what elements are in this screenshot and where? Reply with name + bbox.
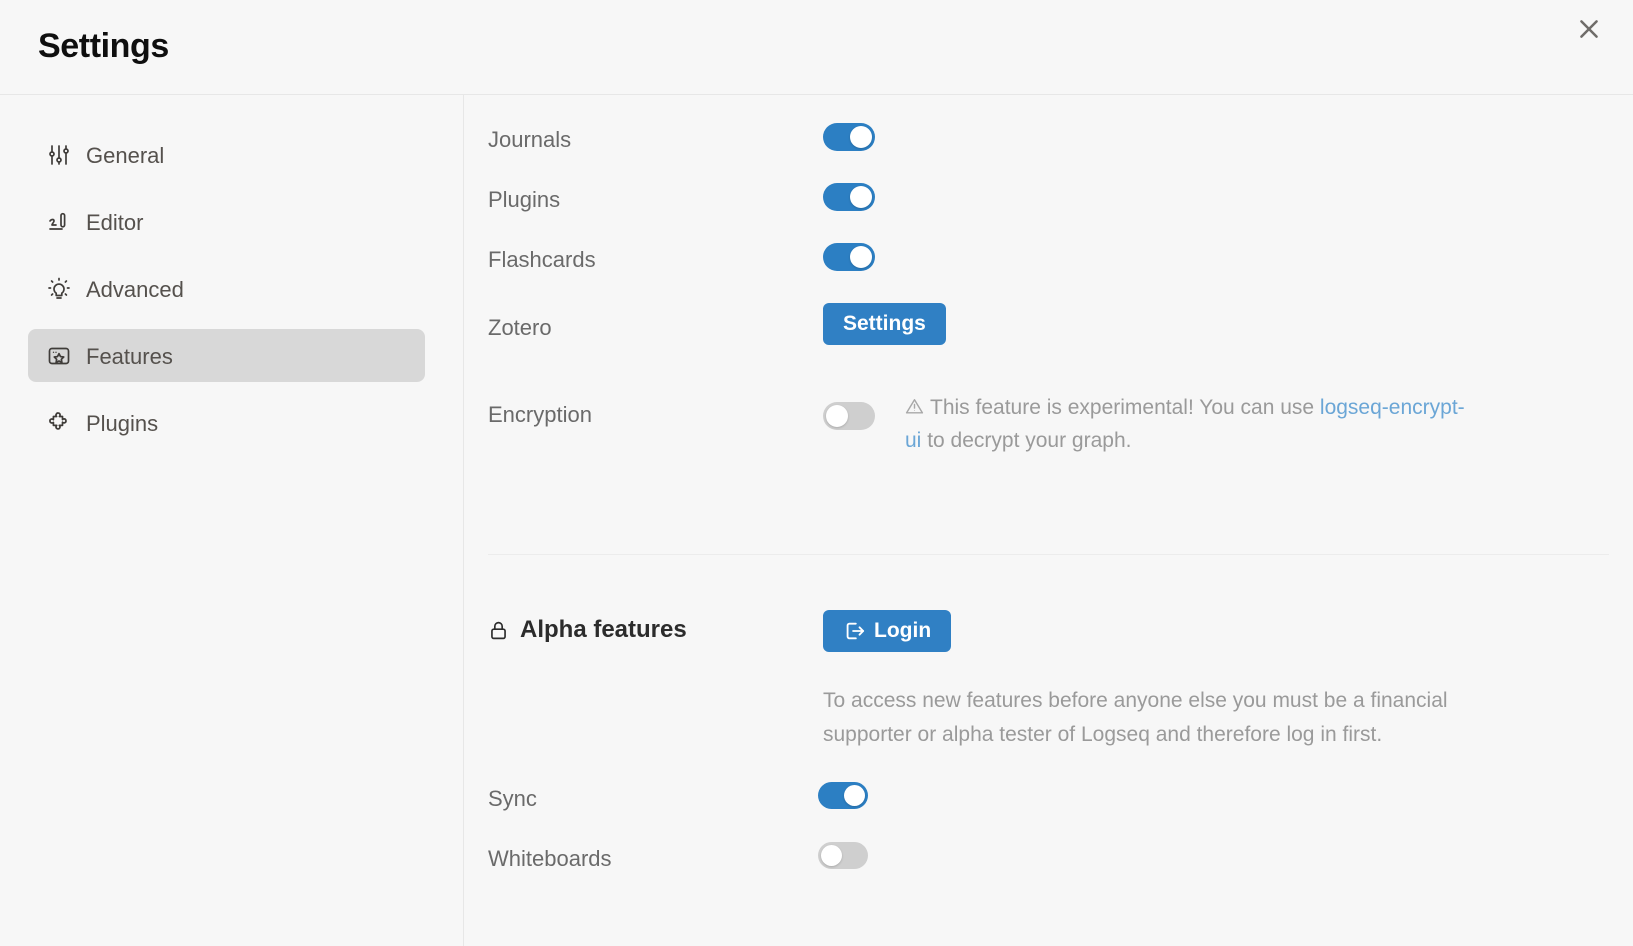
setting-control <box>823 183 875 211</box>
pen-write-icon <box>46 209 72 235</box>
encryption-note-suffix: to decrypt your graph. <box>921 429 1132 453</box>
setting-label: Encryption <box>488 402 592 427</box>
sidebar-item-label: General <box>86 142 165 168</box>
setting-row-journals: Journals <box>464 123 1633 183</box>
sidebar-item-features[interactable]: Features <box>28 329 425 382</box>
encryption-note: This feature is experimental! You can us… <box>905 392 1465 456</box>
setting-row-whiteboards: Whiteboards <box>464 842 1633 902</box>
journals-toggle[interactable] <box>823 123 875 151</box>
setting-label: Sync <box>488 786 537 812</box>
section-divider <box>488 554 1609 556</box>
setting-control <box>823 392 875 430</box>
settings-content: Journals Plugins Flashcards Zotero Setti… <box>464 95 1633 946</box>
toggle-knob <box>844 785 865 807</box>
alpha-features-heading: Alpha features <box>488 610 823 644</box>
warning-triangle-icon <box>905 394 924 425</box>
bulb-icon <box>46 276 72 302</box>
toggle-knob <box>821 845 842 867</box>
sidebar-item-label: Features <box>86 343 173 369</box>
alpha-features-title: Alpha features <box>520 616 687 644</box>
zotero-settings-button[interactable]: Settings <box>823 303 946 346</box>
toggle-knob <box>850 126 872 148</box>
setting-control <box>818 842 868 870</box>
setting-label: Journals <box>488 127 572 152</box>
setting-control <box>818 782 868 810</box>
toggle-knob <box>850 186 872 208</box>
alpha-description-row: To access new features before anyone els… <box>464 684 1633 752</box>
setting-control <box>823 123 875 151</box>
setting-label: Plugins <box>488 187 561 212</box>
puzzle-icon <box>46 410 72 436</box>
photo-star-icon <box>46 343 72 369</box>
toggle-knob <box>850 246 872 268</box>
setting-label: Zotero <box>488 315 552 340</box>
setting-label: Whiteboards <box>488 846 612 872</box>
setting-row-zotero: Zotero Settings <box>464 303 1633 365</box>
settings-sidebar: General Editor Advanced Features Plugins <box>0 95 464 946</box>
sidebar-item-advanced[interactable]: Advanced <box>28 262 425 315</box>
sidebar-item-label: Advanced <box>86 276 184 302</box>
whiteboards-toggle[interactable] <box>818 842 868 870</box>
encryption-note-prefix: This feature is experimental! You can us… <box>930 396 1320 419</box>
close-icon[interactable] <box>1565 5 1613 53</box>
sidebar-item-plugins[interactable]: Plugins <box>28 396 425 449</box>
sidebar-item-label: Editor <box>86 209 144 235</box>
alpha-features-description: To access new features before anyone els… <box>823 689 1448 747</box>
page-title: Settings <box>38 27 169 65</box>
lock-icon <box>488 620 509 641</box>
setting-row-sync: Sync <box>464 782 1633 842</box>
setting-label: Flashcards <box>488 247 596 272</box>
settings-header: Settings <box>0 0 1633 95</box>
login-button[interactable]: Login <box>823 610 952 653</box>
setting-row-flashcards: Flashcards <box>464 243 1633 303</box>
toggle-knob <box>826 405 848 427</box>
settings-window: Settings General Editor Advanced Feature… <box>0 0 1633 946</box>
encryption-toggle[interactable] <box>823 402 875 430</box>
setting-row-encryption: Encryption This feature is experimental!… <box>464 392 1633 456</box>
settings-body: General Editor Advanced Features Plugins… <box>0 95 1633 946</box>
setting-row-alpha-features: Alpha features Login <box>464 610 1633 670</box>
sidebar-item-editor[interactable]: Editor <box>28 195 425 248</box>
setting-control <box>823 243 875 271</box>
sidebar-item-label: Plugins <box>86 410 159 436</box>
plugins-toggle[interactable] <box>823 183 875 211</box>
sidebar-item-general[interactable]: General <box>28 128 425 181</box>
login-arrow-icon <box>843 620 865 642</box>
setting-control: Settings <box>823 303 946 346</box>
setting-control: Login <box>823 610 952 653</box>
login-button-label: Login <box>874 619 932 643</box>
sliders-icon <box>46 142 72 168</box>
sync-toggle[interactable] <box>818 782 868 810</box>
setting-row-plugins: Plugins <box>464 183 1633 243</box>
flashcards-toggle[interactable] <box>823 243 875 271</box>
